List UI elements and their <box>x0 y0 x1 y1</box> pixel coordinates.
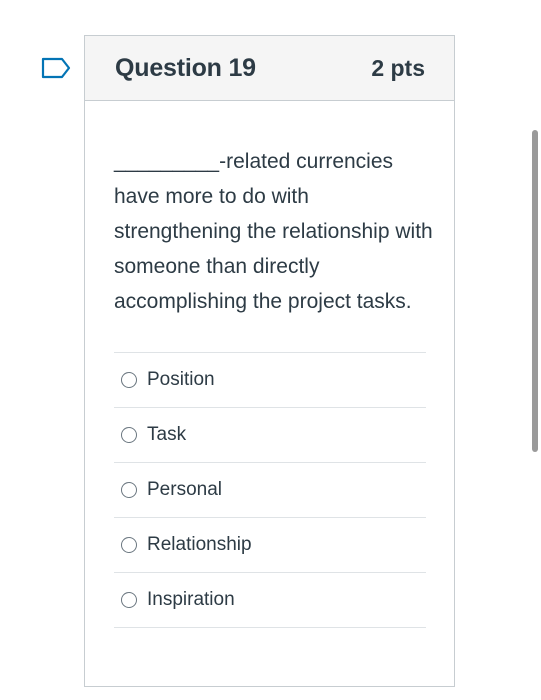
question-title: Question 19 <box>115 53 256 82</box>
answer-label: Inspiration <box>147 589 235 610</box>
flag-question-icon[interactable] <box>40 56 72 80</box>
answer-option-task[interactable]: Task <box>114 408 426 463</box>
radio-button-icon[interactable] <box>121 372 137 388</box>
quiz-page: Question 19 2 pts _________-related curr… <box>0 0 541 700</box>
question-text: _________-related currencies have more t… <box>114 150 433 313</box>
answer-label: Position <box>147 369 215 390</box>
answer-label: Task <box>147 424 187 445</box>
question-header: Question 19 2 pts <box>85 36 454 101</box>
answer-label: Relationship <box>147 534 252 555</box>
radio-button-icon[interactable] <box>121 427 137 443</box>
question-body: _________-related currencies have more t… <box>85 101 454 628</box>
radio-button-icon[interactable] <box>121 592 137 608</box>
answer-option-position[interactable]: Position <box>114 353 426 408</box>
question-points: 2 pts <box>371 54 425 81</box>
answer-list: Position Task Personal Relationship Insp… <box>114 352 426 628</box>
answer-option-inspiration[interactable]: Inspiration <box>114 573 426 628</box>
radio-button-icon[interactable] <box>121 482 137 498</box>
radio-button-icon[interactable] <box>121 537 137 553</box>
answer-label: Personal <box>147 479 222 500</box>
answer-option-relationship[interactable]: Relationship <box>114 518 426 573</box>
scrollbar-thumb[interactable] <box>532 130 538 452</box>
question-card: Question 19 2 pts _________-related curr… <box>84 35 455 687</box>
answer-option-personal[interactable]: Personal <box>114 463 426 518</box>
